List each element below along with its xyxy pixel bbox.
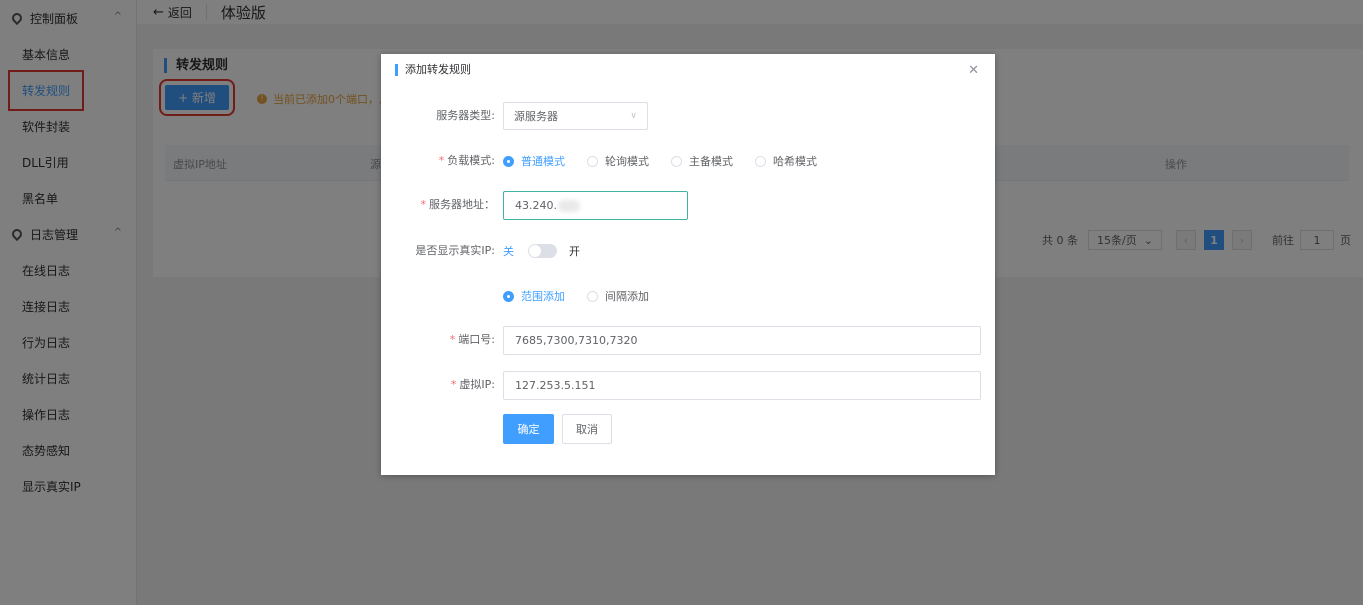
dialog-title: 添加转发规则 — [395, 64, 471, 76]
radio-range-add[interactable]: 范围添加 — [503, 288, 565, 304]
show-real-ip-label: 是否显示真实IP: — [415, 244, 495, 257]
port-label: * 端口号: — [449, 333, 495, 346]
show-real-ip-row: 是否显示真实IP: 关 开 — [381, 237, 995, 265]
switch-off-label: 关 — [503, 245, 514, 258]
server-type-label: 服务器类型: — [436, 109, 495, 122]
cancel-button[interactable]: 取消 — [562, 414, 612, 444]
add-mode-radio-group: 范围添加 间隔添加 — [503, 282, 671, 310]
port-row: * 端口号: 7685,7300,7310,7320 — [381, 326, 995, 355]
server-address-row: * 服务器地址： 43.240. — [381, 191, 995, 220]
server-address-value: 43.240. — [515, 199, 557, 212]
server-address-input[interactable]: 43.240. — [503, 191, 688, 220]
radio-hash-mode[interactable]: 哈希模式 — [755, 153, 817, 169]
radio-master-slave-mode[interactable]: 主备模式 — [671, 153, 733, 169]
switch-on-label: 开 — [569, 245, 580, 258]
server-address-label: * 服务器地址： — [420, 198, 496, 211]
virtual-ip-row: * 虚拟IP: 127.253.5.151 — [381, 371, 995, 400]
show-real-ip-toggle[interactable] — [528, 244, 557, 258]
toggle-knob — [529, 245, 541, 257]
radio-interval-add[interactable]: 间隔添加 — [587, 288, 649, 304]
server-type-select[interactable]: 源服务器 ∨ — [503, 102, 648, 130]
confirm-button[interactable]: 确定 — [503, 414, 554, 444]
radio-normal-mode[interactable]: 普通模式 — [503, 153, 565, 169]
load-mode-row: * 负载模式: 普通模式 轮询模式 主备模式 哈希模式 — [381, 147, 995, 175]
add-mode-row: 范围添加 间隔添加 — [381, 282, 995, 310]
radio-round-robin-mode[interactable]: 轮询模式 — [587, 153, 649, 169]
load-mode-radio-group: 普通模式 轮询模式 主备模式 哈希模式 — [503, 147, 839, 175]
load-mode-label: * 负载模式: — [438, 154, 495, 167]
server-type-value: 源服务器 — [514, 110, 558, 123]
server-type-row: 服务器类型: 源服务器 ∨ — [381, 102, 995, 130]
port-input[interactable]: 7685,7300,7310,7320 — [503, 326, 981, 355]
virtual-ip-label: * 虚拟IP: — [450, 378, 495, 391]
close-icon[interactable]: ✕ — [968, 63, 979, 78]
chevron-down-icon: ∨ — [630, 111, 637, 121]
add-rule-dialog: 添加转发规则 ✕ 服务器类型: 源服务器 ∨ * 负载模式: 普通模式 轮询模式 … — [381, 54, 995, 475]
redacted-mask — [558, 199, 580, 212]
virtual-ip-input[interactable]: 127.253.5.151 — [503, 371, 981, 400]
